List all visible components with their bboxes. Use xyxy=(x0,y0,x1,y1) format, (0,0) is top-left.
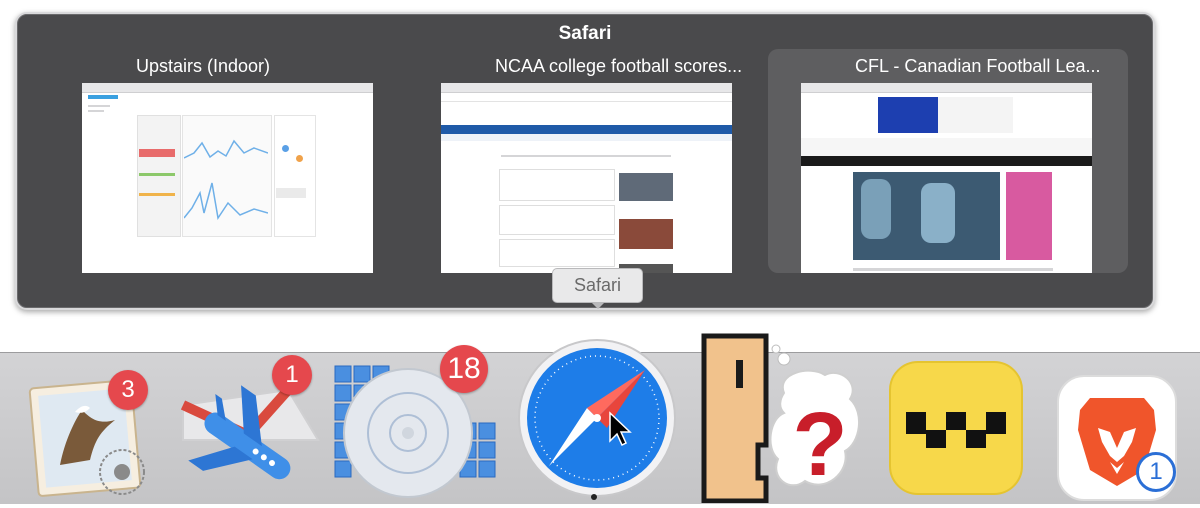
badge: 1 xyxy=(1136,452,1176,492)
safari-compass-icon xyxy=(518,339,676,497)
window-thumbnail[interactable] xyxy=(441,83,732,273)
badge: 18 xyxy=(440,345,488,393)
dock-item-airmail[interactable]: 1 xyxy=(168,350,328,500)
app-title: Safari xyxy=(558,23,612,44)
tooltip-arrow xyxy=(592,303,604,309)
question-face-icon: ? xyxy=(701,333,861,504)
dock-item-brave[interactable]: 1 xyxy=(1040,370,1190,503)
dock-item-taxi[interactable] xyxy=(888,360,1024,498)
dock-item-mail[interactable]: 3 xyxy=(20,370,150,498)
dock-item-help[interactable]: ? xyxy=(700,333,870,504)
window-title: NCAA college football scores... xyxy=(495,56,743,76)
running-indicator xyxy=(591,494,597,500)
badge: 3 xyxy=(108,370,148,410)
taxi-icon xyxy=(889,361,1023,495)
app-expose-panel: Safari Upstairs (Indoor) NCAA college fo… xyxy=(15,12,1155,310)
dock-tooltip: Safari xyxy=(552,268,643,303)
badge: 1 xyxy=(272,355,312,395)
svg-text:?: ? xyxy=(793,395,848,495)
window-thumbnail[interactable] xyxy=(801,83,1092,273)
window-title: CFL - Canadian Football Lea... xyxy=(855,56,1101,76)
dock-item-safari[interactable] xyxy=(517,338,677,500)
dock-item-disk-grid[interactable]: 18 xyxy=(330,338,500,503)
window-title: Upstairs (Indoor) xyxy=(136,56,271,76)
window-thumbnail[interactable] xyxy=(82,83,373,273)
